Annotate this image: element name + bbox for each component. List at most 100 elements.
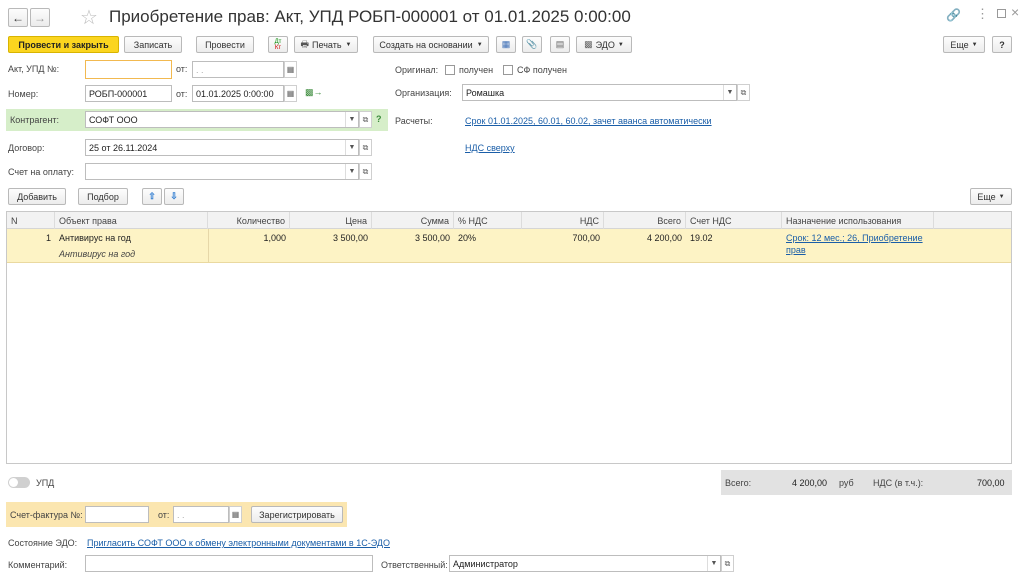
chevron-down-icon: ▼ bbox=[998, 193, 1005, 200]
original-received-checkbox[interactable] bbox=[445, 65, 455, 75]
col-vat-rate[interactable]: % НДС bbox=[454, 212, 522, 229]
post-and-close-button[interactable]: Провести и закрыть bbox=[8, 36, 119, 53]
menu-icon[interactable]: ⋮ bbox=[976, 6, 989, 22]
document-window: ← → ☆ Приобретение прав: Акт, УПД РОБП-0… bbox=[0, 0, 1024, 577]
open-responsible-icon[interactable]: ⧉ bbox=[721, 555, 734, 572]
col-total[interactable]: Всего bbox=[604, 212, 686, 229]
col-qty[interactable]: Количество bbox=[208, 212, 290, 229]
report-icon[interactable]: ▤ bbox=[550, 36, 570, 53]
cell-purpose-line2[interactable]: прав bbox=[786, 245, 806, 255]
post-button[interactable]: Провести bbox=[196, 36, 254, 53]
chevron-down-icon: ▼ bbox=[476, 41, 483, 48]
open-organization-icon[interactable]: ⧉ bbox=[737, 84, 750, 101]
structure-icon[interactable]: ▦ bbox=[496, 36, 516, 53]
comment-input[interactable] bbox=[85, 555, 373, 572]
save-button[interactable]: Записать bbox=[124, 36, 182, 53]
chevron-down-icon[interactable]: ▼ bbox=[345, 164, 358, 179]
edo-label: ЭДО bbox=[595, 39, 615, 50]
cell-vat-rate: 20% bbox=[458, 233, 477, 243]
print-button[interactable]: 🖶 Печать ▼ bbox=[294, 36, 358, 53]
col-purpose[interactable]: Назначение использования bbox=[782, 212, 934, 229]
open-invoice-icon[interactable]: ⧉ bbox=[359, 163, 372, 180]
edo-button[interactable]: ▩ ЭДО ▼ bbox=[576, 36, 632, 53]
col-vat-account[interactable]: Счет НДС bbox=[686, 212, 782, 229]
maximize-icon[interactable] bbox=[997, 9, 1006, 18]
contract-value: 25 от 26.11.2024 bbox=[89, 142, 158, 153]
move-up-icon[interactable]: ⇧ bbox=[142, 188, 162, 205]
chevron-down-icon[interactable]: ▼ bbox=[707, 556, 720, 571]
col-n[interactable]: N bbox=[7, 212, 55, 229]
col-sum[interactable]: Сумма bbox=[372, 212, 454, 229]
upd-toggle[interactable] bbox=[8, 477, 30, 488]
invoice-input[interactable]: ▼ bbox=[85, 163, 359, 180]
responsible-input[interactable]: Администратор ▼ bbox=[449, 555, 721, 572]
favorite-star-icon[interactable]: ☆ bbox=[80, 5, 98, 30]
more-button[interactable]: Еще ▼ bbox=[943, 36, 985, 53]
register-button[interactable]: Зарегистрировать bbox=[251, 506, 343, 523]
back-button[interactable]: ← bbox=[8, 8, 28, 27]
contractor-help-icon[interactable]: ? bbox=[376, 114, 382, 124]
open-contractor-icon[interactable]: ⧉ bbox=[359, 111, 372, 128]
table-row[interactable]: 1 Антивирус на год Антивирус на год 1,00… bbox=[7, 229, 1011, 263]
cell-object: Антивирус на год bbox=[59, 233, 131, 243]
chevron-down-icon[interactable]: ▼ bbox=[723, 85, 736, 100]
close-icon[interactable]: × bbox=[1011, 4, 1019, 20]
col-vat[interactable]: НДС bbox=[522, 212, 604, 229]
date-pick-icon[interactable]: ▩→ bbox=[305, 87, 323, 98]
totals-bar bbox=[721, 470, 1012, 495]
act-label: Акт, УПД №: bbox=[8, 64, 60, 74]
sf-label: Счет-фактура №: bbox=[10, 510, 83, 520]
vat-link[interactable]: НДС сверху bbox=[465, 143, 515, 153]
add-row-button[interactable]: Добавить bbox=[8, 188, 66, 205]
total-value: 4 200,00 bbox=[792, 478, 828, 488]
attach-icon[interactable]: 📎 bbox=[522, 36, 542, 53]
sf-date-input[interactable]: . . bbox=[173, 506, 229, 523]
link-icon[interactable]: 🔗 bbox=[946, 8, 961, 22]
number-input[interactable]: РОБП-000001 bbox=[85, 85, 172, 102]
original-label: Оригинал: bbox=[395, 65, 439, 75]
upd-label: УПД bbox=[36, 478, 55, 488]
select-button[interactable]: Подбор bbox=[78, 188, 128, 205]
sf-number-input[interactable] bbox=[85, 506, 149, 523]
calendar-icon[interactable]: ▦ bbox=[284, 61, 297, 78]
sf-received-label: СФ получен bbox=[517, 65, 567, 75]
table-header: N Объект права Количество Цена Сумма % Н… bbox=[7, 212, 1011, 229]
printer-icon: 🖶 bbox=[300, 38, 310, 49]
move-down-icon[interactable]: ⇩ bbox=[164, 188, 184, 205]
page-title: Приобретение прав: Акт, УПД РОБП-000001 … bbox=[109, 7, 631, 26]
col-object[interactable]: Объект права bbox=[55, 212, 208, 229]
calendar-icon[interactable]: ▦ bbox=[229, 506, 242, 523]
chevron-down-icon[interactable]: ▼ bbox=[345, 140, 358, 155]
number-from-label: от: bbox=[176, 89, 188, 99]
chevron-down-icon: ▼ bbox=[971, 41, 978, 48]
act-number-input[interactable] bbox=[85, 60, 172, 79]
forward-button[interactable]: → bbox=[30, 8, 50, 27]
organization-label: Организация: bbox=[395, 88, 452, 98]
sf-received-checkbox[interactable] bbox=[503, 65, 513, 75]
received-label: получен bbox=[459, 65, 494, 75]
help-button[interactable]: ? bbox=[992, 36, 1012, 53]
table-more-button[interactable]: Еще ▼ bbox=[970, 188, 1012, 205]
create-based-button[interactable]: Создать на основании ▼ bbox=[373, 36, 489, 53]
dt-kt-icon[interactable]: Дт Кт bbox=[268, 36, 288, 53]
settlements-link[interactable]: Срок 01.01.2025, 60.01, 60.02, зачет ава… bbox=[465, 116, 712, 126]
goods-table: N Объект права Количество Цена Сумма % Н… bbox=[6, 211, 1012, 464]
open-contract-icon[interactable]: ⧉ bbox=[359, 139, 372, 156]
edo-invite-link[interactable]: Пригласить СОФТ ООО к обмену электронным… bbox=[87, 538, 390, 548]
calendar-icon[interactable]: ▦ bbox=[284, 85, 297, 102]
col-price[interactable]: Цена bbox=[290, 212, 372, 229]
invoice-label: Счет на оплату: bbox=[8, 167, 75, 177]
act-from-label: от: bbox=[176, 64, 188, 74]
vat-total-value: 700,00 bbox=[977, 478, 1005, 488]
cell-total: 4 200,00 bbox=[646, 233, 682, 243]
act-date-input[interactable]: . . bbox=[192, 61, 284, 78]
chevron-down-icon[interactable]: ▼ bbox=[345, 112, 358, 127]
print-label: Печать bbox=[312, 39, 342, 50]
organization-input[interactable]: Ромашка ▼ bbox=[462, 84, 737, 101]
contractor-input[interactable]: СОФТ ООО ▼ bbox=[85, 111, 359, 128]
cell-purpose-line1[interactable]: Срок: 12 мес.; 26, Приобретение bbox=[786, 233, 923, 243]
more-label: Еще bbox=[950, 39, 969, 50]
contract-input[interactable]: 25 от 26.11.2024 ▼ bbox=[85, 139, 359, 156]
number-date-input[interactable]: 01.01.2025 0:00:00 bbox=[192, 85, 284, 102]
cell-vat: 700,00 bbox=[572, 233, 600, 243]
